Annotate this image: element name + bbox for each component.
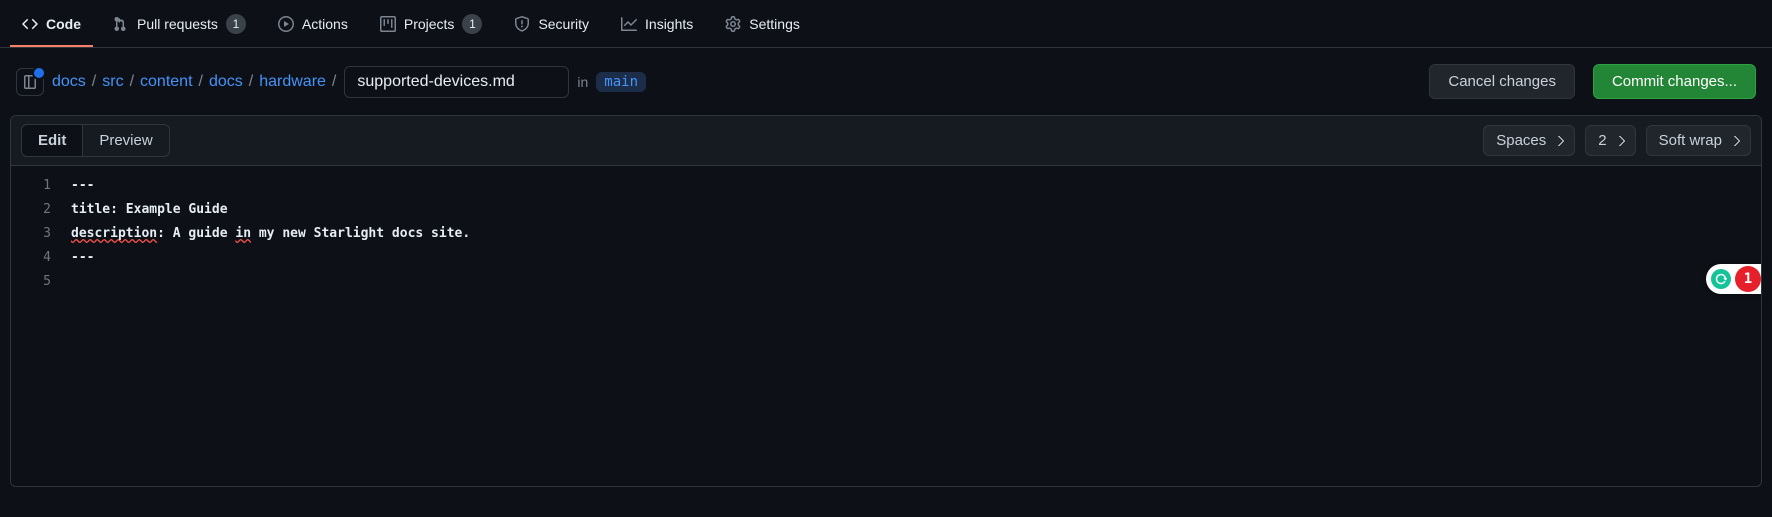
line-number: 2 [11,198,51,222]
in-label: in [577,74,588,90]
tab-projects[interactable]: Projects 1 [368,0,495,47]
gear-icon [725,16,741,32]
tab-security[interactable]: Security [502,0,601,47]
path-bar: docs / src / content / docs / hardware /… [0,48,1772,115]
code-line[interactable]: --- [71,246,1761,270]
editor-toolbar: Edit Preview Spaces 2 Soft wrap [11,116,1761,166]
branch-badge[interactable]: main [596,72,646,92]
line-number: 1 [11,174,51,198]
indent-size-select[interactable]: 2 [1585,125,1635,156]
tab-code[interactable]: Code [10,0,93,47]
git-pull-request-icon [113,16,129,32]
line-gutter: 12345 [11,166,71,486]
breadcrumb-sep: / [92,73,96,91]
wrap-select[interactable]: Soft wrap [1646,125,1751,156]
indent-select[interactable]: Spaces [1483,125,1575,156]
tab-actions[interactable]: Actions [266,0,360,47]
tab-security-label: Security [538,16,589,32]
breadcrumb-part[interactable]: hardware [259,73,326,91]
tab-projects-label: Projects [404,16,455,32]
file-tree-toggle[interactable] [16,68,44,96]
projects-count: 1 [462,14,482,34]
project-icon [380,16,396,32]
code-line[interactable]: --- [71,174,1761,198]
editor-frame: Edit Preview Spaces 2 Soft wrap 12345 --… [10,115,1762,487]
sidebar-expand-icon [22,74,38,90]
line-number: 3 [11,222,51,246]
graph-icon [621,16,637,32]
cancel-button[interactable]: Cancel changes [1429,64,1575,99]
breadcrumb-part[interactable]: content [140,73,192,91]
tab-insights[interactable]: Insights [609,0,705,47]
pr-count: 1 [226,14,246,34]
code-icon [22,16,38,32]
tab-settings[interactable]: Settings [713,0,812,47]
line-number: 5 [11,270,51,294]
breadcrumb-sep: / [249,73,253,91]
line-number: 4 [11,246,51,270]
breadcrumb-sep: / [332,73,336,91]
code-line[interactable] [71,270,1761,294]
code-editor[interactable]: 12345 ---title: Example Guidedescription… [11,166,1761,486]
breadcrumb-sep: / [199,73,203,91]
mode-edit[interactable]: Edit [21,124,83,157]
code-line[interactable]: title: Example Guide [71,198,1761,222]
breadcrumb-part[interactable]: src [102,73,123,91]
tab-code-label: Code [46,16,81,32]
grammarly-widget[interactable]: 1 [1706,264,1762,294]
repo-tabs: Code Pull requests 1 Actions Projects 1 … [0,0,1772,48]
grammarly-icon [1711,269,1731,289]
grammarly-count: 1 [1735,266,1761,292]
tab-pr-label: Pull requests [137,16,218,32]
mode-preview[interactable]: Preview [83,124,169,157]
tab-actions-label: Actions [302,16,348,32]
tab-insights-label: Insights [645,16,693,32]
filename-input[interactable] [344,66,569,98]
breadcrumb-part[interactable]: docs [209,73,243,91]
breadcrumb-sep: / [130,73,134,91]
play-icon [278,16,294,32]
commit-button[interactable]: Commit changes... [1593,64,1756,99]
breadcrumb: docs / src / content / docs / hardware / [52,73,336,91]
code-line[interactable]: description: A guide in my new Starlight… [71,222,1761,246]
tab-pull-requests[interactable]: Pull requests 1 [101,0,258,47]
shield-icon [514,16,530,32]
breadcrumb-part[interactable]: docs [52,73,86,91]
tab-settings-label: Settings [749,16,800,32]
code-lines[interactable]: ---title: Example Guidedescription: A gu… [71,166,1761,486]
